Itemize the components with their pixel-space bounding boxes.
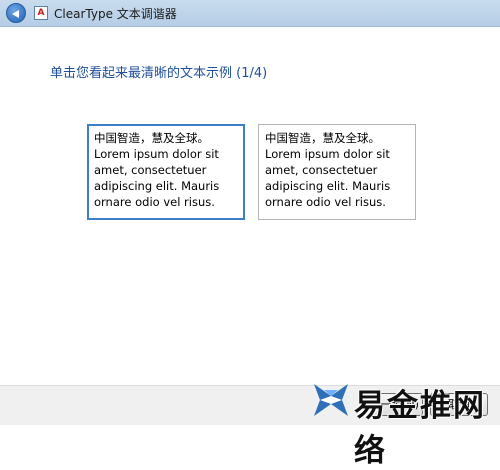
watermark: 易金推网络 <box>310 376 500 469</box>
sample-chinese-text: 中国智造，慧及全球。 <box>94 131 209 145</box>
cleartype-app-icon: A <box>34 6 48 20</box>
window-title: ClearType 文本调谐器 <box>54 7 177 21</box>
text-sample-2[interactable]: 中国智造，慧及全球。 Lorem ipsum dolor sit amet, c… <box>258 124 416 220</box>
page-heading: 单击您看起来最清晰的文本示例 (1/4) <box>50 66 268 81</box>
watermark-text: 易金推网络 <box>354 388 486 469</box>
sample-latin-text: Lorem ipsum dolor sit amet, consectetuer… <box>94 147 220 209</box>
sample-chinese-text: 中国智造，慧及全球。 <box>265 131 380 145</box>
back-arrow-icon[interactable] <box>6 3 26 23</box>
watermark-logo-icon <box>314 384 348 416</box>
sample-latin-text: Lorem ipsum dolor sit amet, consectetuer… <box>265 147 391 209</box>
text-sample-1[interactable]: 中国智造，慧及全球。 Lorem ipsum dolor sit amet, c… <box>87 124 245 220</box>
wizard-content: 单击您看起来最清晰的文本示例 (1/4) <box>0 27 500 385</box>
title-bar: A ClearType 文本调谐器 <box>0 0 500 27</box>
